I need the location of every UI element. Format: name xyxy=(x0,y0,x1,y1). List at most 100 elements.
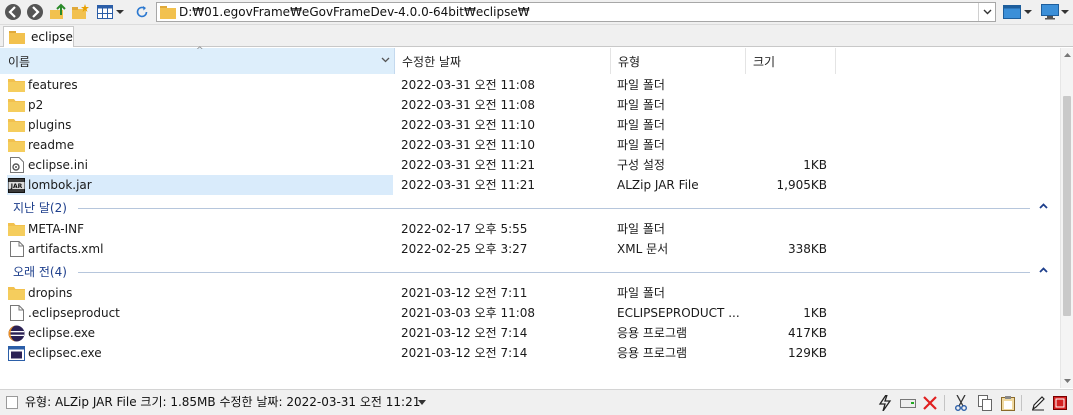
file-row[interactable]: JAR lombok.jar 2022-03-31 오전 11:21 ALZip JA… xyxy=(0,175,1060,195)
forward-button[interactable] xyxy=(25,2,45,22)
folder-icon xyxy=(8,137,25,153)
file-date: 2022-03-31 오전 11:10 xyxy=(401,138,536,152)
file-row[interactable]: artifacts.xml 2022-02-25 오후 3:27 XML 문서 338… xyxy=(0,239,1060,259)
file-row[interactable]: eclipsec.exe 2021-03-12 오전 7:14 응용 프로그램 129… xyxy=(0,343,1060,363)
back-button[interactable] xyxy=(3,2,23,22)
address-dropdown-button[interactable] xyxy=(978,3,995,21)
address-bar[interactable]: D:₩01.egovFrame₩eGovFrameDev-4.0.0-64bit… xyxy=(156,2,996,22)
group-header[interactable]: 오래 전(4) xyxy=(0,262,1060,282)
folder-icon xyxy=(8,221,25,237)
refresh-icon xyxy=(136,6,148,18)
file-name-cell[interactable]: artifacts.xml xyxy=(8,239,103,259)
file-date: 2021-03-03 오후 11:08 xyxy=(401,306,536,320)
scroll-down-button[interactable] xyxy=(1061,374,1073,388)
lightning-button[interactable] xyxy=(876,394,894,412)
file-name-cell[interactable]: eclipse.exe xyxy=(8,323,95,343)
file-name-cell[interactable]: plugins xyxy=(8,115,71,135)
close-icon xyxy=(923,396,937,410)
group-header[interactable]: 지난 달(2) xyxy=(0,198,1060,218)
drive-button[interactable] xyxy=(899,394,917,412)
file-name-cell[interactable]: dropins xyxy=(8,283,72,303)
column-name-label: 이름 xyxy=(8,54,31,69)
edit-button[interactable] xyxy=(1029,394,1047,412)
tab-eclipse[interactable]: eclipse xyxy=(3,26,74,47)
folder-icon xyxy=(8,117,25,133)
scrollbar-thumb[interactable] xyxy=(1063,96,1071,316)
collapse-chevron-icon[interactable] xyxy=(1039,267,1048,273)
eclipse-app-icon xyxy=(8,325,25,341)
file-type: 파일 폴더 xyxy=(617,286,665,300)
status-checkbox[interactable] xyxy=(6,396,18,409)
up-folder-button[interactable] xyxy=(49,2,67,22)
folder-icon xyxy=(8,285,25,301)
file-name-cell[interactable]: eclipsec.exe xyxy=(8,343,102,363)
file-row[interactable]: eclipse.exe 2021-03-12 오전 7:14 응용 프로그램 417K… xyxy=(0,323,1060,343)
red-stop-icon xyxy=(1053,396,1067,410)
file-date: 2021-03-12 오전 7:14 xyxy=(401,326,528,340)
file-name: plugins xyxy=(28,118,72,132)
file-row[interactable]: p2 2022-03-31 오전 11:08 파일 폴더 xyxy=(0,95,1060,115)
file-name-cell[interactable]: JAR lombok.jar xyxy=(7,175,393,195)
group-label: 오래 전(4) xyxy=(13,265,67,279)
file-row[interactable]: eclipse.ini 2022-03-31 오전 11:21 구성 설정 1KB xyxy=(0,155,1060,175)
column-size-label: 크기 xyxy=(753,54,776,69)
view-mode-button[interactable] xyxy=(95,2,125,22)
scissors-icon xyxy=(955,395,967,411)
file-name: eclipse.ini xyxy=(28,158,88,172)
file-name-cell[interactable]: readme xyxy=(8,135,74,155)
file-type: 구성 설정 xyxy=(617,158,665,172)
file-size: 1,905KB xyxy=(776,178,827,192)
layout-button[interactable] xyxy=(1002,2,1032,22)
file-name-cell[interactable]: META-INF xyxy=(8,219,84,239)
chevron-down-icon xyxy=(1061,10,1069,14)
file-name-cell[interactable]: features xyxy=(8,75,78,95)
chevron-down-icon xyxy=(1064,379,1071,383)
status-text: 유형: ALZip JAR File 크기: 1.85MB 수정한 날짜: 20… xyxy=(25,395,421,409)
column-header-type[interactable]: 유형 xyxy=(611,48,746,74)
column-header-size[interactable]: 크기 xyxy=(746,48,836,74)
column-header-name[interactable]: 이름 ^ xyxy=(0,46,395,74)
file-date: 2022-03-31 오전 11:10 xyxy=(401,118,536,132)
folder-icon xyxy=(157,5,179,19)
column-header: 이름 ^ 수정한 날짜 유형 크기 xyxy=(0,46,1060,74)
file-name: features xyxy=(28,78,78,92)
group-divider xyxy=(78,272,1030,273)
vertical-scrollbar[interactable] xyxy=(1060,48,1073,388)
column-date-label: 수정한 날짜 xyxy=(402,54,462,69)
file-name: artifacts.xml xyxy=(28,242,104,256)
file-name-cell[interactable]: .eclipseproduct xyxy=(8,303,120,323)
file-row[interactable]: features 2022-03-31 오전 11:08 파일 폴더 xyxy=(0,75,1060,95)
file-name: eclipsec.exe xyxy=(28,346,102,360)
file-name-cell[interactable]: eclipse.ini xyxy=(8,155,88,175)
file-row[interactable]: dropins 2021-03-12 오전 7:11 파일 폴더 xyxy=(0,283,1060,303)
file-type: 파일 폴더 xyxy=(617,98,665,112)
file-type: ALZip JAR File xyxy=(617,178,699,192)
new-folder-button[interactable] xyxy=(71,2,89,22)
paste-button[interactable] xyxy=(999,394,1017,412)
cut-button[interactable] xyxy=(952,394,970,412)
copy-button[interactable] xyxy=(976,394,994,412)
config-file-icon xyxy=(8,157,25,173)
column-header-date[interactable]: 수정한 날짜 xyxy=(395,48,611,74)
file-name-cell[interactable]: p2 xyxy=(8,95,43,115)
chevron-down-icon xyxy=(983,9,991,15)
monitor-button[interactable] xyxy=(1040,2,1070,22)
file-row[interactable]: plugins 2022-03-31 오전 11:10 파일 폴더 xyxy=(0,115,1060,135)
file-name: lombok.jar xyxy=(28,178,92,192)
file-size xyxy=(746,219,827,239)
refresh-button[interactable] xyxy=(133,2,151,22)
file-row[interactable]: readme 2022-03-31 오전 11:10 파일 폴더 xyxy=(0,135,1060,155)
file-type: 응용 프로그램 xyxy=(617,346,688,360)
chevron-down-icon[interactable] xyxy=(418,400,426,405)
separator xyxy=(944,395,945,411)
collapse-chevron-icon[interactable] xyxy=(1039,203,1048,209)
group-divider xyxy=(78,208,1030,209)
file-row[interactable]: META-INF 2022-02-17 오후 5:55 파일 폴더 xyxy=(0,219,1060,239)
file-row[interactable]: .eclipseproduct 2021-03-03 오후 11:08 ECLIPS… xyxy=(0,303,1060,323)
file-date: 2022-03-31 오전 11:21 xyxy=(401,158,536,172)
scroll-up-button[interactable] xyxy=(1061,48,1073,62)
file-type: 파일 폴더 xyxy=(617,138,665,152)
close-button[interactable] xyxy=(921,394,939,412)
file-type: ECLIPSEPRODUCT ... xyxy=(617,306,740,320)
record-button[interactable] xyxy=(1051,394,1069,412)
